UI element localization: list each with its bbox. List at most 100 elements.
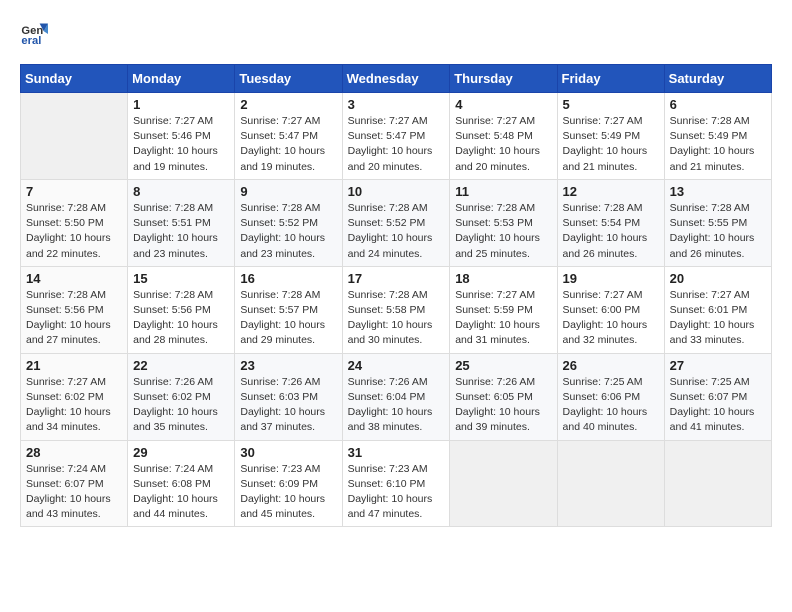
col-header-sunday: Sunday [21,65,128,93]
col-header-thursday: Thursday [450,65,557,93]
day-cell: 25 Sunrise: 7:26 AM Sunset: 6:05 PM Dayli… [450,353,557,440]
day-number: 9 [240,184,336,199]
day-cell: 5 Sunrise: 7:27 AM Sunset: 5:49 PM Daylig… [557,93,664,180]
day-info: Sunrise: 7:28 AM Sunset: 5:55 PM Dayligh… [670,201,766,262]
day-number: 8 [133,184,229,199]
day-number: 22 [133,358,229,373]
day-info: Sunrise: 7:28 AM Sunset: 5:49 PM Dayligh… [670,114,766,175]
day-cell: 7 Sunrise: 7:28 AM Sunset: 5:50 PM Daylig… [21,179,128,266]
day-info: Sunrise: 7:28 AM Sunset: 5:58 PM Dayligh… [348,288,445,349]
day-number: 18 [455,271,551,286]
day-number: 11 [455,184,551,199]
day-cell: 29 Sunrise: 7:24 AM Sunset: 6:08 PM Dayli… [128,440,235,527]
day-info: Sunrise: 7:28 AM Sunset: 5:52 PM Dayligh… [348,201,445,262]
day-cell: 2Sunrise: 7:27 AM Sunset: 5:47 PM Daylig… [235,93,342,180]
week-row-2: 7 Sunrise: 7:28 AM Sunset: 5:50 PM Daylig… [21,179,772,266]
day-cell: 11 Sunrise: 7:28 AM Sunset: 5:53 PM Dayli… [450,179,557,266]
day-number: 19 [563,271,659,286]
day-number: 27 [670,358,766,373]
day-cell: 24 Sunrise: 7:26 AM Sunset: 6:04 PM Dayli… [342,353,450,440]
day-cell: 8 Sunrise: 7:28 AM Sunset: 5:51 PM Daylig… [128,179,235,266]
day-number: 25 [455,358,551,373]
day-info: Sunrise: 7:26 AM Sunset: 6:04 PM Dayligh… [348,375,445,436]
day-number: 16 [240,271,336,286]
day-info: Sunrise: 7:26 AM Sunset: 6:05 PM Dayligh… [455,375,551,436]
day-info: Sunrise: 7:28 AM Sunset: 5:53 PM Dayligh… [455,201,551,262]
day-cell: 23 Sunrise: 7:26 AM Sunset: 6:03 PM Dayli… [235,353,342,440]
day-info: Sunrise: 7:28 AM Sunset: 5:56 PM Dayligh… [133,288,229,349]
col-header-monday: Monday [128,65,235,93]
day-number: 6 [670,97,766,112]
calendar-header-row: SundayMondayTuesdayWednesdayThursdayFrid… [21,65,772,93]
day-info: Sunrise: 7:24 AM Sunset: 6:07 PM Dayligh… [26,462,122,523]
day-number: 26 [563,358,659,373]
day-number: 23 [240,358,336,373]
day-info: Sunrise: 7:28 AM Sunset: 5:50 PM Dayligh… [26,201,122,262]
day-cell: 21Sunrise: 7:27 AM Sunset: 6:02 PM Dayli… [21,353,128,440]
day-number: 15 [133,271,229,286]
day-info: Sunrise: 7:25 AM Sunset: 6:06 PM Dayligh… [563,375,659,436]
logo: Gen eral [20,20,52,48]
day-info: Sunrise: 7:28 AM Sunset: 5:54 PM Dayligh… [563,201,659,262]
col-header-tuesday: Tuesday [235,65,342,93]
day-cell: 18 Sunrise: 7:27 AM Sunset: 5:59 PM Dayli… [450,266,557,353]
week-row-5: 28 Sunrise: 7:24 AM Sunset: 6:07 PM Dayli… [21,440,772,527]
day-cell: 15 Sunrise: 7:28 AM Sunset: 5:56 PM Dayli… [128,266,235,353]
day-number: 20 [670,271,766,286]
day-info: Sunrise: 7:24 AM Sunset: 6:08 PM Dayligh… [133,462,229,523]
day-cell: 27Sunrise: 7:25 AM Sunset: 6:07 PM Dayli… [664,353,771,440]
day-cell: 16 Sunrise: 7:28 AM Sunset: 5:57 PM Dayli… [235,266,342,353]
day-info: Sunrise: 7:27 AM Sunset: 5:48 PM Dayligh… [455,114,551,175]
logo-icon: Gen eral [20,20,48,48]
day-info: Sunrise: 7:28 AM Sunset: 5:51 PM Dayligh… [133,201,229,262]
day-cell: 30Sunrise: 7:23 AM Sunset: 6:09 PM Dayli… [235,440,342,527]
day-number: 14 [26,271,122,286]
day-number: 10 [348,184,445,199]
day-info: Sunrise: 7:28 AM Sunset: 5:56 PM Dayligh… [26,288,122,349]
day-info: Sunrise: 7:27 AM Sunset: 6:01 PM Dayligh… [670,288,766,349]
day-number: 28 [26,445,122,460]
col-header-saturday: Saturday [664,65,771,93]
day-cell: 20 Sunrise: 7:27 AM Sunset: 6:01 PM Dayli… [664,266,771,353]
day-info: Sunrise: 7:27 AM Sunset: 5:49 PM Dayligh… [563,114,659,175]
day-info: Sunrise: 7:27 AM Sunset: 5:46 PM Dayligh… [133,114,229,175]
day-info: Sunrise: 7:27 AM Sunset: 6:00 PM Dayligh… [563,288,659,349]
day-cell [557,440,664,527]
day-number: 17 [348,271,445,286]
day-cell: 17 Sunrise: 7:28 AM Sunset: 5:58 PM Dayli… [342,266,450,353]
day-number: 7 [26,184,122,199]
svg-text:eral: eral [21,35,41,47]
week-row-4: 21Sunrise: 7:27 AM Sunset: 6:02 PM Dayli… [21,353,772,440]
day-number: 29 [133,445,229,460]
day-number: 5 [563,97,659,112]
day-info: Sunrise: 7:27 AM Sunset: 5:59 PM Dayligh… [455,288,551,349]
day-cell: 12 Sunrise: 7:28 AM Sunset: 5:54 PM Dayli… [557,179,664,266]
col-header-wednesday: Wednesday [342,65,450,93]
day-cell: 31 Sunrise: 7:23 AM Sunset: 6:10 PM Dayli… [342,440,450,527]
day-number: 4 [455,97,551,112]
page-header: Gen eral [20,20,772,48]
day-number: 31 [348,445,445,460]
day-cell: 22Sunrise: 7:26 AM Sunset: 6:02 PM Dayli… [128,353,235,440]
day-info: Sunrise: 7:28 AM Sunset: 5:57 PM Dayligh… [240,288,336,349]
day-info: Sunrise: 7:27 AM Sunset: 5:47 PM Dayligh… [348,114,445,175]
day-cell: 26 Sunrise: 7:25 AM Sunset: 6:06 PM Dayli… [557,353,664,440]
day-number: 21 [26,358,122,373]
day-cell: 19 Sunrise: 7:27 AM Sunset: 6:00 PM Dayli… [557,266,664,353]
day-cell: 3 Sunrise: 7:27 AM Sunset: 5:47 PM Daylig… [342,93,450,180]
day-info: Sunrise: 7:26 AM Sunset: 6:03 PM Dayligh… [240,375,336,436]
day-number: 1 [133,97,229,112]
day-number: 24 [348,358,445,373]
day-cell: 10 Sunrise: 7:28 AM Sunset: 5:52 PM Dayli… [342,179,450,266]
day-number: 12 [563,184,659,199]
day-cell: 1 Sunrise: 7:27 AM Sunset: 5:46 PM Daylig… [128,93,235,180]
day-cell: 9 Sunrise: 7:28 AM Sunset: 5:52 PM Daylig… [235,179,342,266]
day-number: 3 [348,97,445,112]
day-info: Sunrise: 7:23 AM Sunset: 6:09 PM Dayligh… [240,462,336,523]
calendar-table: SundayMondayTuesdayWednesdayThursdayFrid… [20,64,772,527]
day-cell [664,440,771,527]
day-info: Sunrise: 7:23 AM Sunset: 6:10 PM Dayligh… [348,462,445,523]
week-row-3: 14 Sunrise: 7:28 AM Sunset: 5:56 PM Dayli… [21,266,772,353]
day-cell [21,93,128,180]
day-info: Sunrise: 7:28 AM Sunset: 5:52 PM Dayligh… [240,201,336,262]
